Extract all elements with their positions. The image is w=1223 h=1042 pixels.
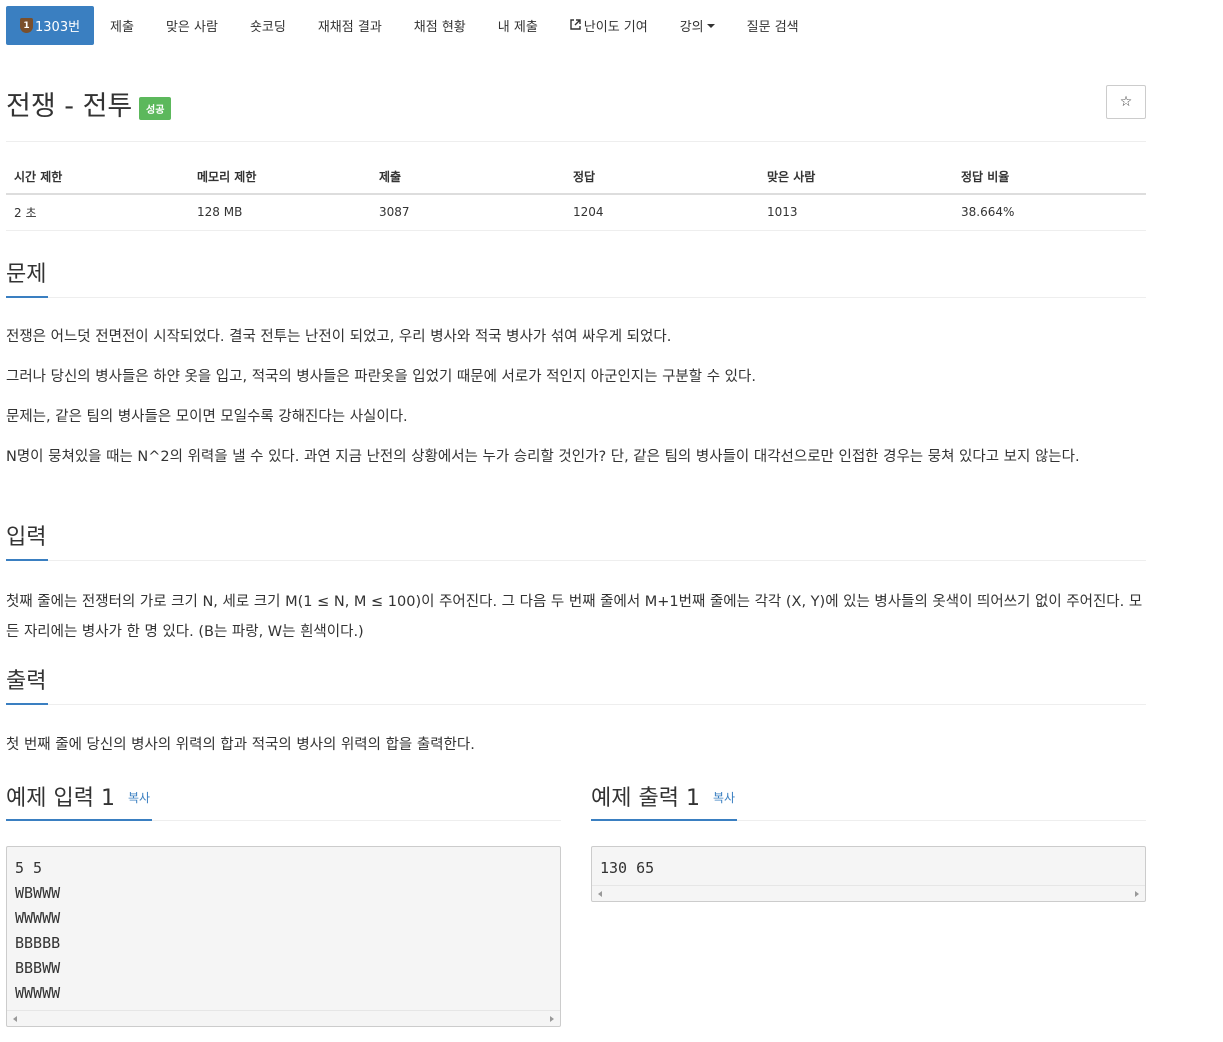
output-section: 출력 첫 번째 줄에 당신의 병사의 위력의 합과 적국의 병사의 위력의 합을…	[6, 669, 1146, 770]
tab-label: 난이도 기여	[583, 20, 648, 35]
problem-header: 전쟁 - 전투 성공 ☆	[6, 84, 1146, 142]
problem-tabs: 1 1303번 제출 맞은 사람 숏코딩 재채점 결과 채점 현황 내 제출 난…	[6, 6, 815, 45]
section-header: 출력	[6, 669, 1146, 705]
output-description: 첫 번째 줄에 당신의 병사의 위력의 합과 적국의 병사의 위력의 합을 출력…	[6, 730, 1146, 760]
external-link-icon	[570, 18, 581, 33]
section-heading: 입력	[6, 525, 49, 561]
tab-label: 재채점 결과	[317, 20, 382, 35]
tab-short-coding[interactable]: 숏코딩	[234, 6, 302, 45]
scroll-left-icon[interactable]	[598, 891, 602, 897]
header-memory-limit: 메모리 제한	[189, 160, 371, 195]
code-line: BBBBB	[15, 934, 61, 952]
memory-limit-value: 128 MB	[189, 194, 371, 231]
code-line: WWWWW	[15, 984, 61, 1002]
copy-sample-input-button[interactable]: 복사	[128, 791, 150, 805]
sample-input-title: 예제 입력 1 복사	[6, 783, 153, 821]
tab-my-submissions[interactable]: 내 제출	[482, 6, 554, 45]
paragraph: 문제는, 같은 팀의 병사들은 모이면 모일수록 강해진다는 사실이다.	[6, 409, 408, 425]
horizontal-scrollbar[interactable]	[592, 885, 1145, 901]
sample-output-code: 130 65	[591, 846, 1146, 902]
problem-description-section: 문제 전쟁은 어느덧 전면전이 시작되었다. 결국 전투는 난전이 되었고, 우…	[6, 262, 1146, 482]
solved-users-value: 1013	[759, 194, 953, 231]
scroll-right-icon[interactable]	[1135, 891, 1139, 897]
tier-badge-icon: 1	[20, 18, 33, 33]
caret-down-icon	[706, 23, 715, 28]
paragraph: 전쟁은 어느덧 전면전이 시작되었다. 결국 전투는 난전이 되었고, 우리 병…	[6, 329, 672, 345]
scroll-right-icon[interactable]	[550, 1016, 554, 1022]
code-line: 130 65	[600, 859, 655, 877]
sample-output-title: 예제 출력 1 복사	[591, 783, 738, 821]
header-time-limit: 시간 제한	[6, 160, 189, 195]
header-submissions: 제출	[371, 160, 565, 195]
tab-submit[interactable]: 제출	[94, 6, 150, 45]
tab-question-search[interactable]: 질문 검색	[731, 6, 815, 45]
tab-label: 제출	[110, 20, 134, 35]
tab-judge-status[interactable]: 채점 현황	[398, 6, 482, 45]
paragraph: 첫 번째 줄에 당신의 병사의 위력의 합과 적국의 병사의 위력의 합을 출력…	[6, 737, 475, 753]
accepted-value: 1204	[565, 194, 759, 231]
sample-input-header: 예제 입력 1 복사	[6, 783, 561, 821]
submissions-value: 3087	[371, 194, 565, 231]
scroll-left-icon[interactable]	[13, 1016, 17, 1022]
tab-label: 1303번	[35, 20, 81, 35]
tab-problem[interactable]: 1 1303번	[6, 6, 95, 45]
sample-input-panel: 예제 입력 1 복사 5 5 WBWWW WWWWW BBBBB BBBWW W…	[6, 783, 561, 1027]
code-line: BBBWW	[15, 959, 61, 977]
tab-label: 채점 현황	[413, 20, 466, 35]
code-line: WWWWW	[15, 909, 61, 927]
tab-lectures-dropdown[interactable]: 강의	[664, 6, 731, 45]
copy-sample-output-button[interactable]: 복사	[713, 791, 735, 805]
status-badge: 성공	[139, 97, 172, 120]
tab-correct-users[interactable]: 맞은 사람	[150, 6, 234, 45]
sample-output-header: 예제 출력 1 복사	[591, 783, 1146, 821]
favorite-button[interactable]: ☆	[1106, 85, 1146, 119]
tab-label: 강의	[679, 20, 704, 35]
table-header-row: 시간 제한 메모리 제한 제출 정답 맞은 사람 정답 비율	[6, 160, 1146, 195]
sample-input-code: 5 5 WBWWW WWWWW BBBBB BBBWW WWWWW	[6, 846, 561, 1027]
problem-description: 전쟁은 어느덧 전면전이 시작되었다. 결국 전투는 난전이 되었고, 우리 병…	[6, 322, 1146, 472]
table-row: 2 초 128 MB 3087 1204 1013 38.664%	[6, 194, 1146, 231]
paragraph: 첫째 줄에는 전쟁터의 가로 크기 N, 세로 크기 M(1 ≤ N, M ≤ …	[6, 594, 1143, 640]
accept-ratio-value: 38.664%	[953, 194, 1146, 231]
input-description: 첫째 줄에는 전쟁터의 가로 크기 N, 세로 크기 M(1 ≤ N, M ≤ …	[6, 587, 1146, 647]
section-heading: 출력	[6, 669, 49, 705]
header-accept-ratio: 정답 비율	[953, 160, 1146, 195]
sample-input-title-text: 예제 입력 1	[6, 786, 115, 811]
code-line: 5 5	[15, 859, 43, 877]
section-header: 입력	[6, 525, 1146, 561]
tab-label: 숏코딩	[249, 20, 286, 35]
sample-output-panel: 예제 출력 1 복사 130 65	[591, 783, 1146, 902]
tab-difficulty-contribution[interactable]: 난이도 기여	[554, 6, 664, 45]
section-heading: 문제	[6, 262, 49, 298]
time-limit-value: 2 초	[6, 194, 189, 231]
tab-label: 질문 검색	[746, 20, 799, 35]
section-header: 문제	[6, 262, 1146, 298]
sample-output-title-text: 예제 출력 1	[591, 786, 700, 811]
tab-label: 맞은 사람	[165, 20, 218, 35]
header-solved-users: 맞은 사람	[759, 160, 953, 195]
star-icon: ☆	[1119, 94, 1133, 110]
problem-title: 전쟁 - 전투	[6, 91, 133, 122]
paragraph: N명이 뭉쳐있을 때는 N^2의 위력을 낼 수 있다. 과연 지금 난전의 상…	[6, 449, 1080, 465]
tab-label: 내 제출	[497, 20, 538, 35]
paragraph: 그러나 당신의 병사들은 하얀 옷을 입고, 적국의 병사들은 파란옷을 입었기…	[6, 369, 756, 385]
header-accepted: 정답	[565, 160, 759, 195]
problem-info-table: 시간 제한 메모리 제한 제출 정답 맞은 사람 정답 비율 2 초 128 M…	[6, 160, 1146, 231]
tab-rejudge-results[interactable]: 재채점 결과	[302, 6, 398, 45]
input-section: 입력 첫째 줄에는 전쟁터의 가로 크기 N, 세로 크기 M(1 ≤ N, M…	[6, 525, 1146, 657]
horizontal-scrollbar[interactable]	[7, 1010, 560, 1026]
code-line: WBWWW	[15, 884, 61, 902]
